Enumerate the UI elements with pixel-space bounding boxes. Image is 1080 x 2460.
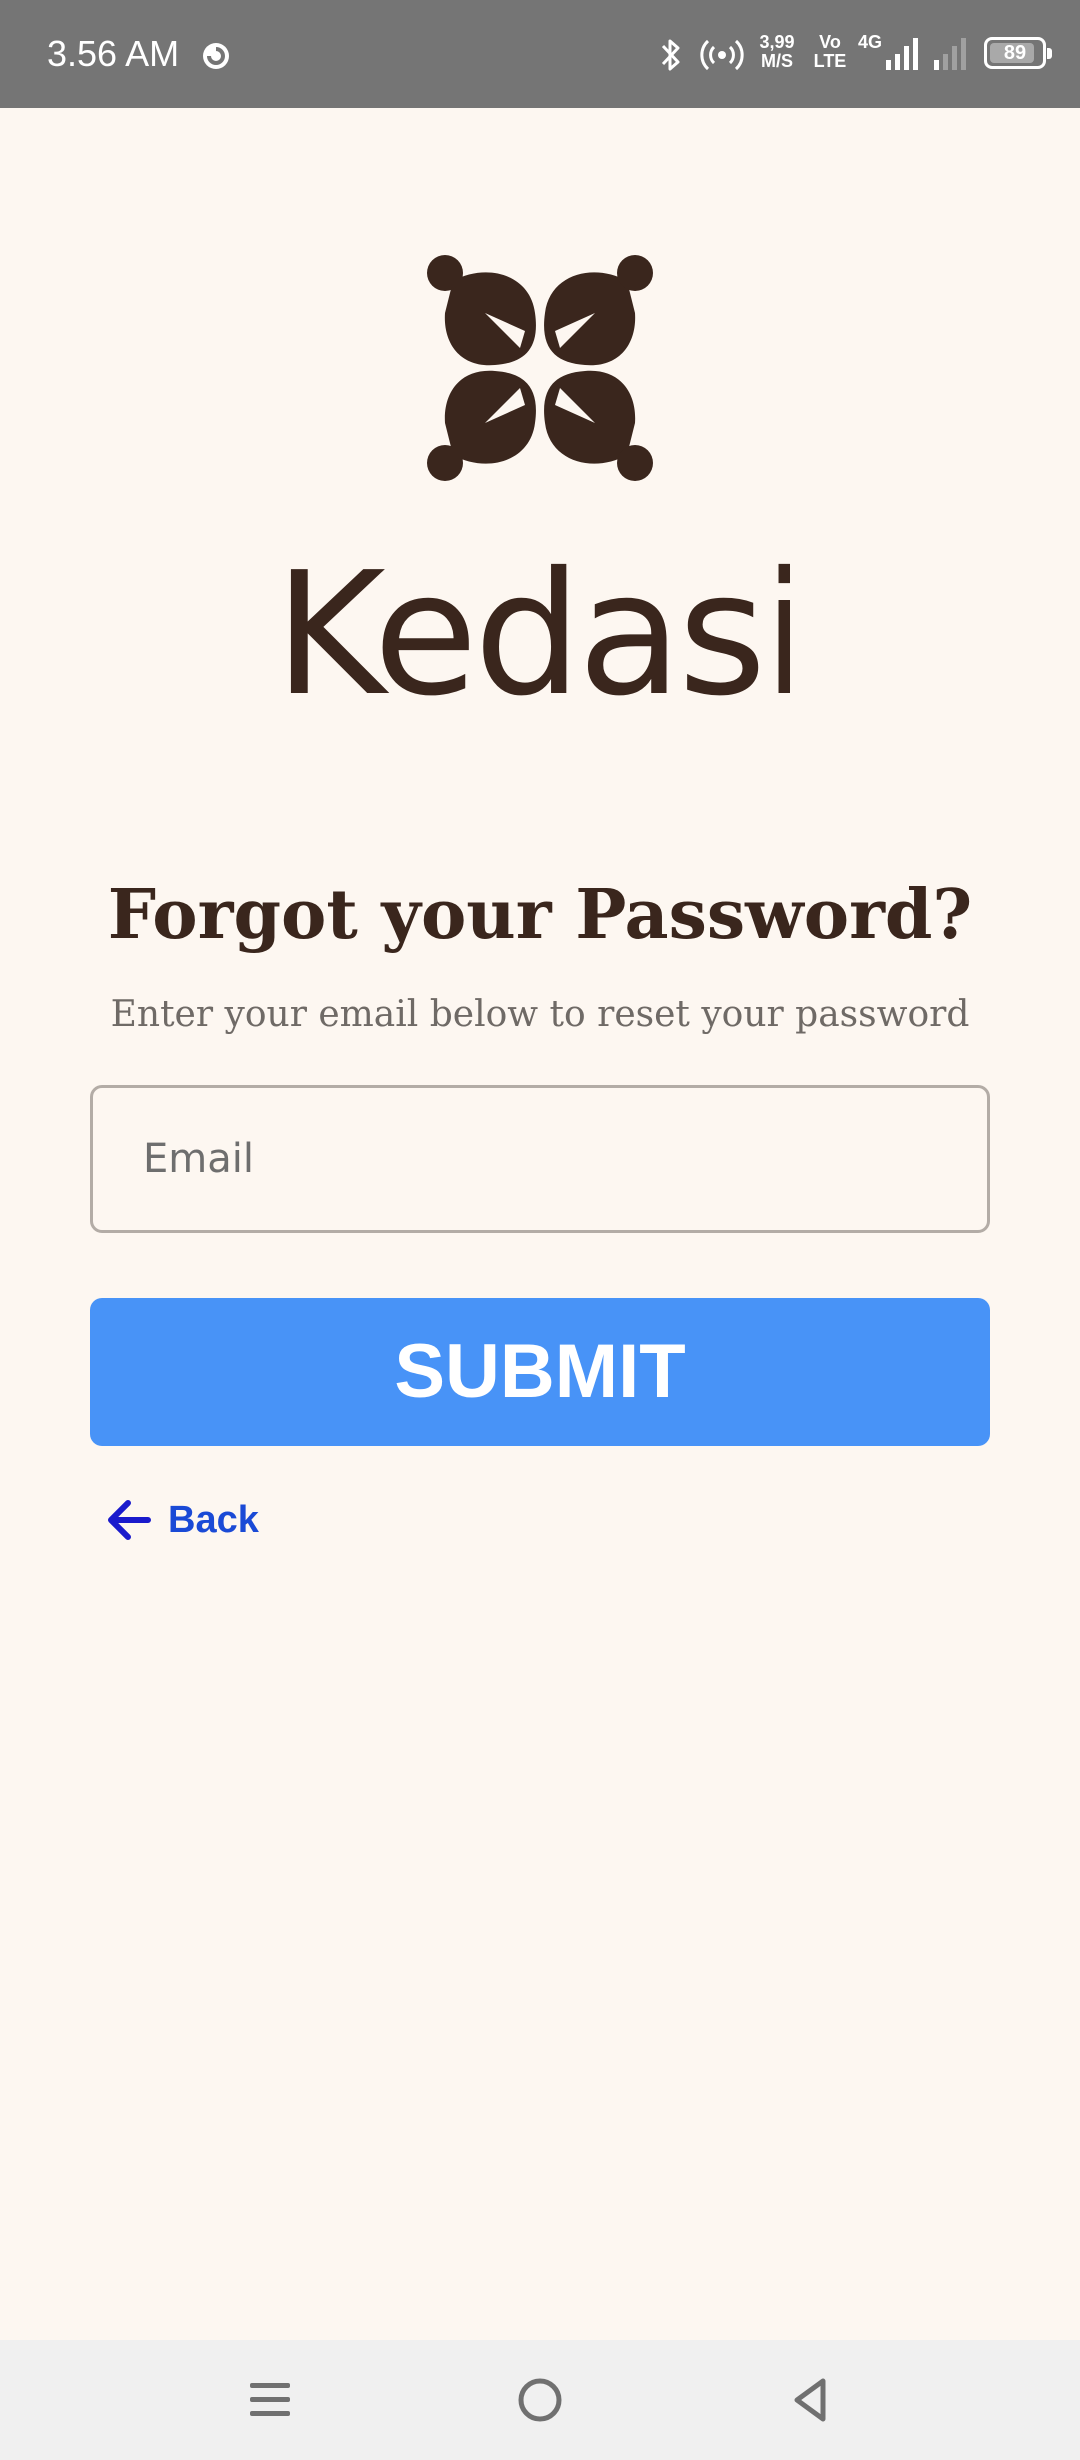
- status-bar: 3.56 AM 3,99 M/S Vo LTE 4G 89: [0, 0, 1080, 108]
- status-time: 3.56 AM: [47, 33, 180, 74]
- system-nav-bar: [0, 2340, 1080, 2460]
- home-button[interactable]: [500, 2360, 580, 2440]
- system-back-button[interactable]: [770, 2360, 850, 2440]
- hotspot-icon: [700, 39, 744, 71]
- status-icons: 3,99 M/S Vo LTE 4G 89: [650, 0, 1080, 108]
- recent-apps-button[interactable]: [230, 2360, 310, 2440]
- email-field[interactable]: [90, 1085, 990, 1233]
- back-link[interactable]: Back: [104, 1490, 259, 1550]
- back-triangle-icon: [794, 2378, 826, 2422]
- battery-icon: 89: [984, 37, 1052, 69]
- back-label: Back: [168, 1498, 259, 1541]
- svg-text:Kedasi: Kedasi: [290, 555, 790, 710]
- kedasi-logo-icon: [427, 255, 653, 481]
- signal-icon: [934, 38, 966, 70]
- bluetooth-icon: [661, 39, 680, 71]
- battery-text: 89: [1003, 42, 1027, 64]
- kedasi-wordmark: Kedasi: [290, 555, 790, 710]
- submit-button[interactable]: SUBMIT: [90, 1298, 990, 1446]
- sync-icon: [203, 43, 229, 69]
- arrow-left-icon: [108, 1500, 151, 1540]
- signal-icon: [886, 38, 918, 70]
- network-speed: 3,99 M/S: [759, 32, 795, 71]
- volte-indicator: Vo LTE: [813, 32, 847, 71]
- page-subtitle: Enter your email below to reset your pas…: [110, 994, 970, 1035]
- home-icon: [518, 2378, 562, 2422]
- network-type: 4G: [858, 32, 883, 52]
- menu-icon: [250, 2383, 290, 2416]
- page-title: Forgot your Password?: [107, 875, 973, 955]
